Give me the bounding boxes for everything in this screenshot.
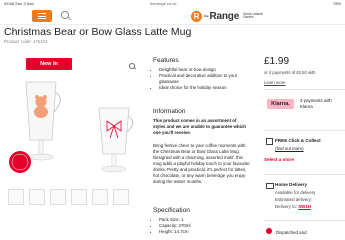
features-heading: Features — [153, 57, 179, 64]
specification-heading: Specification — [153, 207, 190, 214]
spec-item: Height: 14.7cm — [159, 229, 253, 235]
feature-item: Ideal choice for the holiday season — [159, 85, 253, 91]
thumbnail[interactable] — [113, 189, 129, 205]
christmas-badge-icon — [9, 151, 31, 173]
zoom-icon[interactable] — [129, 63, 135, 69]
new-in-badge: New In — [26, 58, 72, 70]
store-icon — [266, 138, 273, 145]
logo-the: the — [204, 14, 209, 18]
click-collect-title: FREE Click & Collect — [275, 138, 321, 143]
pay-in-4-text: or 4 payments of £0.50 with — [264, 70, 316, 75]
page-title: Christmas Bear or Bow Glass Latte Mug — [4, 26, 192, 38]
thumbnail[interactable] — [71, 189, 87, 205]
search-icon[interactable] — [61, 11, 69, 19]
battery-indicator: 78% — [332, 1, 341, 6]
features-list: Delightful bear or bow design Practical … — [153, 67, 253, 91]
estimated-delivery: Estimated delivery: — [275, 197, 313, 202]
divider — [264, 89, 345, 90]
thumbnail[interactable] — [8, 189, 24, 205]
thumbnail[interactable] — [50, 189, 66, 205]
price: £1.99 — [264, 56, 290, 67]
klarna-logo: Klarna. — [267, 99, 294, 109]
divider — [264, 220, 345, 221]
feature-item: Practical and decorative addition to you… — [159, 73, 253, 85]
divider — [264, 174, 345, 175]
menu-button[interactable] — [32, 10, 52, 22]
delivery-to-label: Delivery to: — [275, 204, 297, 209]
postcode-link[interactable]: SW1H — [298, 204, 311, 209]
information-heading: Information — [153, 108, 186, 115]
learn-more-link[interactable]: Learn more — [264, 80, 285, 85]
status-bar: 09:58 Sun 3 Nov therange.co.uk 78% — [0, 0, 345, 8]
product-description: Bring festive cheer to your coffee momen… — [153, 143, 250, 184]
thumbnail-strip — [8, 189, 129, 205]
thumbnail[interactable] — [92, 189, 108, 205]
spec-list: Pack Size: 1 Capacity: 270ml Height: 14.… — [153, 217, 253, 235]
product-code: Product code: 476101 — [4, 39, 49, 44]
site-logo[interactable]: R the Range Home Leisure Garden — [191, 10, 263, 22]
logo-word: Range — [209, 10, 240, 22]
product-image-bow-mug[interactable] — [96, 104, 138, 178]
delivery-to: Delivery to: SW1H — [275, 204, 311, 209]
assortment-notice: This product comes in an assortment of s… — [153, 118, 246, 135]
select-store-link[interactable]: Select a store — [264, 157, 294, 162]
url-bar[interactable]: therange.co.uk — [150, 1, 176, 6]
divider — [264, 130, 345, 131]
truck-icon — [266, 183, 274, 189]
dispatch-icon — [266, 228, 272, 234]
dispatched-text: Dispatched and — [276, 230, 307, 235]
klarna-text: 3 payments with Klarna — [300, 98, 332, 109]
home-delivery-title: Home Delivery — [275, 182, 307, 187]
logo-mark: R — [191, 10, 202, 22]
thumbnail[interactable] — [29, 189, 45, 205]
status-time: 09:58 Sun 3 Nov — [4, 1, 34, 6]
logo-tagline: Home Leisure Garden — [243, 11, 263, 19]
delivery-availability: Available for delivery — [275, 190, 316, 195]
find-out-more-link[interactable]: (find out more) — [275, 146, 304, 151]
